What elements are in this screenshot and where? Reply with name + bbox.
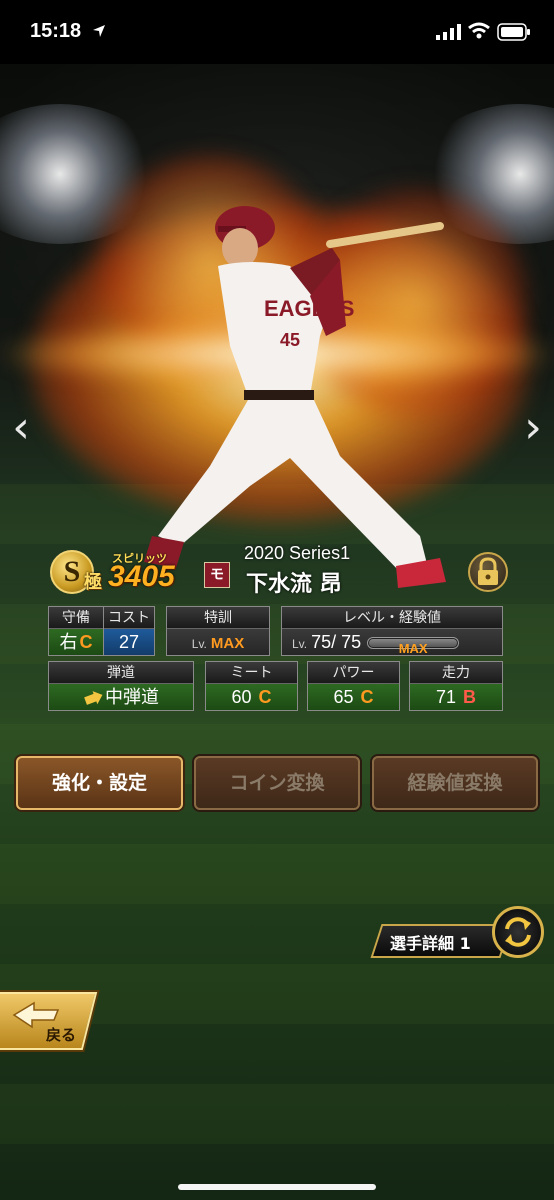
trajectory-value: 中弾道: [105, 687, 159, 707]
position-stat: 守備 右C: [48, 606, 104, 656]
meet-stat: ミート 60 C: [205, 661, 298, 711]
meet-label: ミート: [206, 662, 297, 684]
level-exp-stat: レベル・経験値 Lv. 75/ 75 MAX: [281, 606, 503, 656]
status-bar: 15:18: [0, 0, 554, 64]
position-label: 守備: [49, 607, 103, 629]
prev-player-arrow[interactable]: ‹: [6, 400, 36, 456]
power-grade: C: [360, 687, 374, 707]
level-exp-label: レベル・経験値: [282, 607, 502, 629]
coin-exchange-button[interactable]: コイン変換: [194, 756, 360, 810]
cost-stat: コスト 27: [103, 606, 155, 656]
meet-grade: C: [258, 687, 272, 707]
svg-text:45: 45: [280, 330, 300, 350]
home-indicator[interactable]: [178, 1184, 376, 1190]
cost-label: コスト: [104, 607, 154, 629]
wifi-icon: [468, 22, 490, 39]
speed-label: 走力: [410, 662, 502, 684]
power-stat: パワー 65 C: [307, 661, 400, 711]
team-icon: モ: [204, 562, 230, 588]
speed-grade: B: [463, 687, 477, 707]
lock-button[interactable]: [468, 552, 508, 592]
speed-stat: 走力 71 B: [409, 661, 503, 711]
grade-label: 極: [84, 572, 102, 593]
location-icon: [93, 25, 105, 37]
status-time: 15:18: [30, 20, 82, 42]
battery-icon: [497, 23, 530, 41]
exp-bar: MAX: [367, 637, 460, 656]
exp-bar-label: MAX: [398, 641, 428, 657]
speed-value: 71: [435, 687, 456, 707]
switch-icon: [505, 917, 531, 947]
player-image: EAGLES 45: [144, 206, 446, 588]
cost-value: 27: [104, 629, 154, 655]
trajectory-label: 弾道: [49, 662, 193, 684]
power-value: 65: [333, 687, 354, 707]
level-lv: Lv.: [292, 637, 308, 651]
signal-icon: [436, 24, 461, 40]
trajectory-arrow-icon: [84, 691, 103, 706]
switch-button[interactable]: [492, 906, 544, 958]
spirits-value: 3405: [108, 560, 175, 593]
special-training-lv: Lv.: [191, 637, 207, 651]
position-grade: C: [79, 632, 93, 652]
series-label: 2020 Series1: [244, 543, 351, 563]
level-value: 75/ 75: [311, 632, 362, 652]
special-training-label: 特訓: [167, 607, 269, 629]
exp-exchange-button[interactable]: 経験値変換: [372, 756, 538, 810]
lock-icon: [478, 557, 498, 585]
trajectory-stat: 弾道 中弾道: [48, 661, 194, 711]
next-player-arrow[interactable]: ›: [518, 400, 548, 456]
player-detail-label: 選手詳細 1: [390, 934, 471, 953]
position-value: 右: [59, 632, 78, 652]
player-name: 下水流 昂: [246, 572, 342, 597]
special-training-stat: 特訓 Lv. MAX: [166, 606, 270, 656]
meet-value: 60: [231, 687, 252, 707]
special-training-value: MAX: [210, 635, 245, 652]
enhance-settings-button[interactable]: 強化・設定: [16, 756, 183, 810]
power-label: パワー: [308, 662, 399, 684]
back-label: 戻る: [46, 1026, 77, 1044]
